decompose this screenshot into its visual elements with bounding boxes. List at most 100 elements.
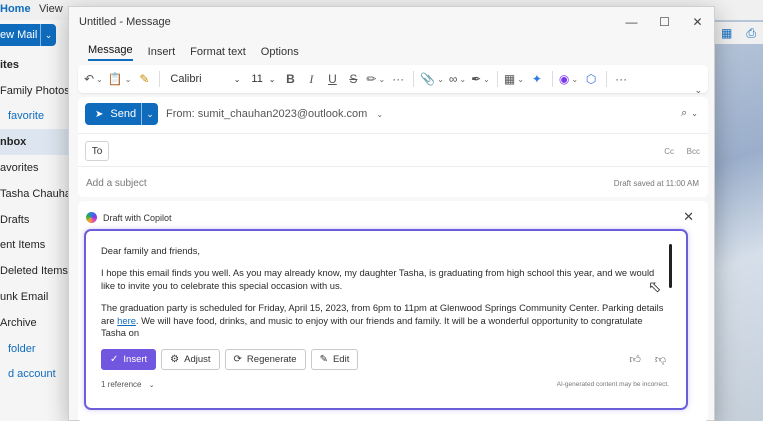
send-button[interactable]: ➤ Send ⌄: [85, 103, 158, 125]
nav-item-favorites[interactable]: avorites: [0, 155, 68, 181]
close-icon[interactable]: ✕: [683, 209, 694, 225]
italic-button[interactable]: I: [303, 68, 319, 90]
viva-insights-button[interactable]: ⬡: [583, 68, 599, 90]
draft-paragraph: Dear family and friends,: [101, 245, 201, 256]
checkmark-icon: ✓: [110, 354, 119, 365]
chevron-down-icon[interactable]: ⌄: [694, 85, 702, 96]
underline-button[interactable]: U: [324, 68, 340, 90]
nav-item-deleted-items[interactable]: Deleted Items: [0, 258, 68, 284]
send-options-button[interactable]: ⌄: [141, 103, 158, 125]
tab-message[interactable]: Message: [88, 44, 133, 61]
adjust-button[interactable]: ⚙ Adjust: [161, 349, 220, 370]
chevron-down-icon: ⌄: [233, 74, 241, 84]
link-button[interactable]: ∞ ⌄: [449, 68, 466, 90]
nav-item-add-account[interactable]: d account: [0, 362, 68, 388]
calendar-icon[interactable]: ▦: [721, 26, 732, 40]
bcc-button[interactable]: Bcc: [687, 147, 700, 156]
nav-item-drafts[interactable]: Drafts: [0, 207, 68, 233]
print-icon[interactable]: ⎙: [746, 26, 756, 41]
thumbs-up-icon[interactable]: 👍︎: [629, 353, 641, 366]
undo-button[interactable]: ↶ ⌄: [84, 68, 103, 90]
nav-item-add-favorite[interactable]: favorite: [0, 104, 68, 130]
draft-text[interactable]: Dear family and friends, I hope this ema…: [101, 245, 666, 337]
chevron-down-icon[interactable]: ⌄: [40, 24, 56, 46]
minimize-button[interactable]: —: [615, 11, 648, 33]
ribbon-overflow-button[interactable]: ···: [613, 68, 629, 90]
to-field[interactable]: To Cc Bcc: [78, 133, 708, 167]
send-main-button[interactable]: ➤ Send: [85, 103, 141, 125]
nav-item-new-folder[interactable]: folder: [0, 336, 68, 362]
nav-item-family-photos[interactable]: Family Photos: [0, 78, 68, 104]
from-selector[interactable]: From: sumit_chauhan2023@outlook.com ⌄: [166, 108, 383, 120]
table-button[interactable]: ▦ ⌄: [504, 68, 524, 90]
mouse-cursor-icon: ⬁: [648, 279, 662, 296]
format-painter-button[interactable]: ✎: [136, 68, 152, 90]
tab-home[interactable]: Home: [0, 3, 31, 15]
highlight-button[interactable]: ✏ ⌄: [366, 68, 385, 90]
attach-button[interactable]: 📎 ⌄: [420, 68, 444, 90]
compose-window: Untitled - Message — ☐ ✕ Message Insert …: [68, 6, 715, 421]
font-size-select[interactable]: 11 ⌄: [248, 69, 278, 89]
nav-favorites-header[interactable]: ites: [0, 52, 68, 78]
tab-format-text[interactable]: Format text: [190, 46, 246, 61]
parking-details-link[interactable]: here: [117, 315, 136, 326]
new-mail-button[interactable]: ew Mail ⌄: [0, 24, 56, 46]
chevron-down-icon: ⌄: [146, 108, 154, 119]
chevron-down-icon: ⌄: [691, 109, 698, 118]
nav-item-archive[interactable]: Archive: [0, 310, 68, 336]
copilot-icon: [86, 212, 97, 223]
ribbon-divider: [413, 71, 415, 87]
clipboard-icon: 📋: [107, 72, 123, 86]
regenerate-button[interactable]: ⟳ Regenerate: [224, 349, 306, 370]
adjust-label: Adjust: [184, 354, 211, 365]
chevron-down-icon: ⌄: [437, 74, 444, 84]
tab-view[interactable]: View: [39, 3, 63, 15]
bold-button[interactable]: B: [282, 68, 298, 90]
ribbon-divider: [551, 71, 553, 87]
chevron-down-icon: ⌄: [459, 74, 467, 84]
references-toggle[interactable]: 1 reference ⌄: [101, 380, 155, 389]
zoom-button[interactable]: ⌕ ⌄: [681, 107, 698, 120]
cc-button[interactable]: Cc: [664, 147, 674, 156]
pencil-icon: ✎: [319, 354, 328, 365]
copilot-icon: ◉: [558, 72, 570, 86]
nav-item-sent-items[interactable]: ent Items: [0, 233, 68, 259]
pen-icon: ✒: [471, 72, 482, 86]
maximize-button[interactable]: ☐: [648, 11, 681, 33]
chevron-down-icon: ⌄: [376, 110, 384, 119]
close-button[interactable]: ✕: [681, 11, 714, 33]
to-button[interactable]: To: [85, 141, 109, 161]
thumbs-down-icon[interactable]: 👎︎: [655, 353, 666, 366]
scrollbar-thumb[interactable]: [669, 244, 672, 288]
font-family-select[interactable]: Calibri ⌄: [166, 69, 244, 89]
chevron-down-icon: ⌄: [148, 382, 155, 389]
paste-button[interactable]: 📋 ⌄: [108, 68, 132, 90]
more-format-button[interactable]: ···: [390, 68, 406, 90]
ai-disclaimer: AI-generated content may be incorrect.: [556, 381, 669, 388]
regenerate-label: Regenerate: [246, 354, 297, 365]
tab-insert[interactable]: Insert: [148, 46, 176, 61]
nav-item-inbox[interactable]: nbox: [0, 129, 68, 156]
designer-button[interactable]: ✦: [529, 68, 545, 90]
insert-button[interactable]: ✓ Insert: [101, 349, 157, 370]
insert-label: Insert: [123, 354, 148, 365]
copilot-ribbon-button[interactable]: ◉ ⌄: [559, 68, 578, 90]
zoom-icon: ⌕: [681, 107, 688, 119]
nav-item-tasha-chauhan[interactable]: Tasha Chauhan: [0, 181, 68, 207]
font-size-value: 11: [251, 73, 263, 85]
subject-input[interactable]: Add a subject: [86, 178, 147, 189]
strikethrough-button[interactable]: S: [345, 68, 361, 90]
desktop-wallpaper: [714, 20, 763, 421]
tab-options[interactable]: Options: [261, 46, 299, 61]
paperclip-icon: 📎: [420, 72, 436, 86]
undo-icon: ↶: [84, 72, 95, 86]
chevron-down-icon: ⌄: [96, 74, 103, 84]
chevron-down-icon: ⌄: [571, 74, 579, 84]
folder-pane: ites Family Photos favorite nbox avorite…: [0, 52, 68, 387]
draft-paragraph: I hope this email finds you well. As you…: [101, 267, 655, 291]
font-family-value: Calibri: [170, 73, 202, 85]
copilot-draft-card: Dear family and friends, I hope this ema…: [84, 229, 688, 410]
nav-item-junk-email[interactable]: unk Email: [0, 284, 68, 310]
signature-button[interactable]: ✒ ⌄: [471, 68, 490, 90]
edit-button[interactable]: ✎ Edit: [310, 349, 359, 370]
